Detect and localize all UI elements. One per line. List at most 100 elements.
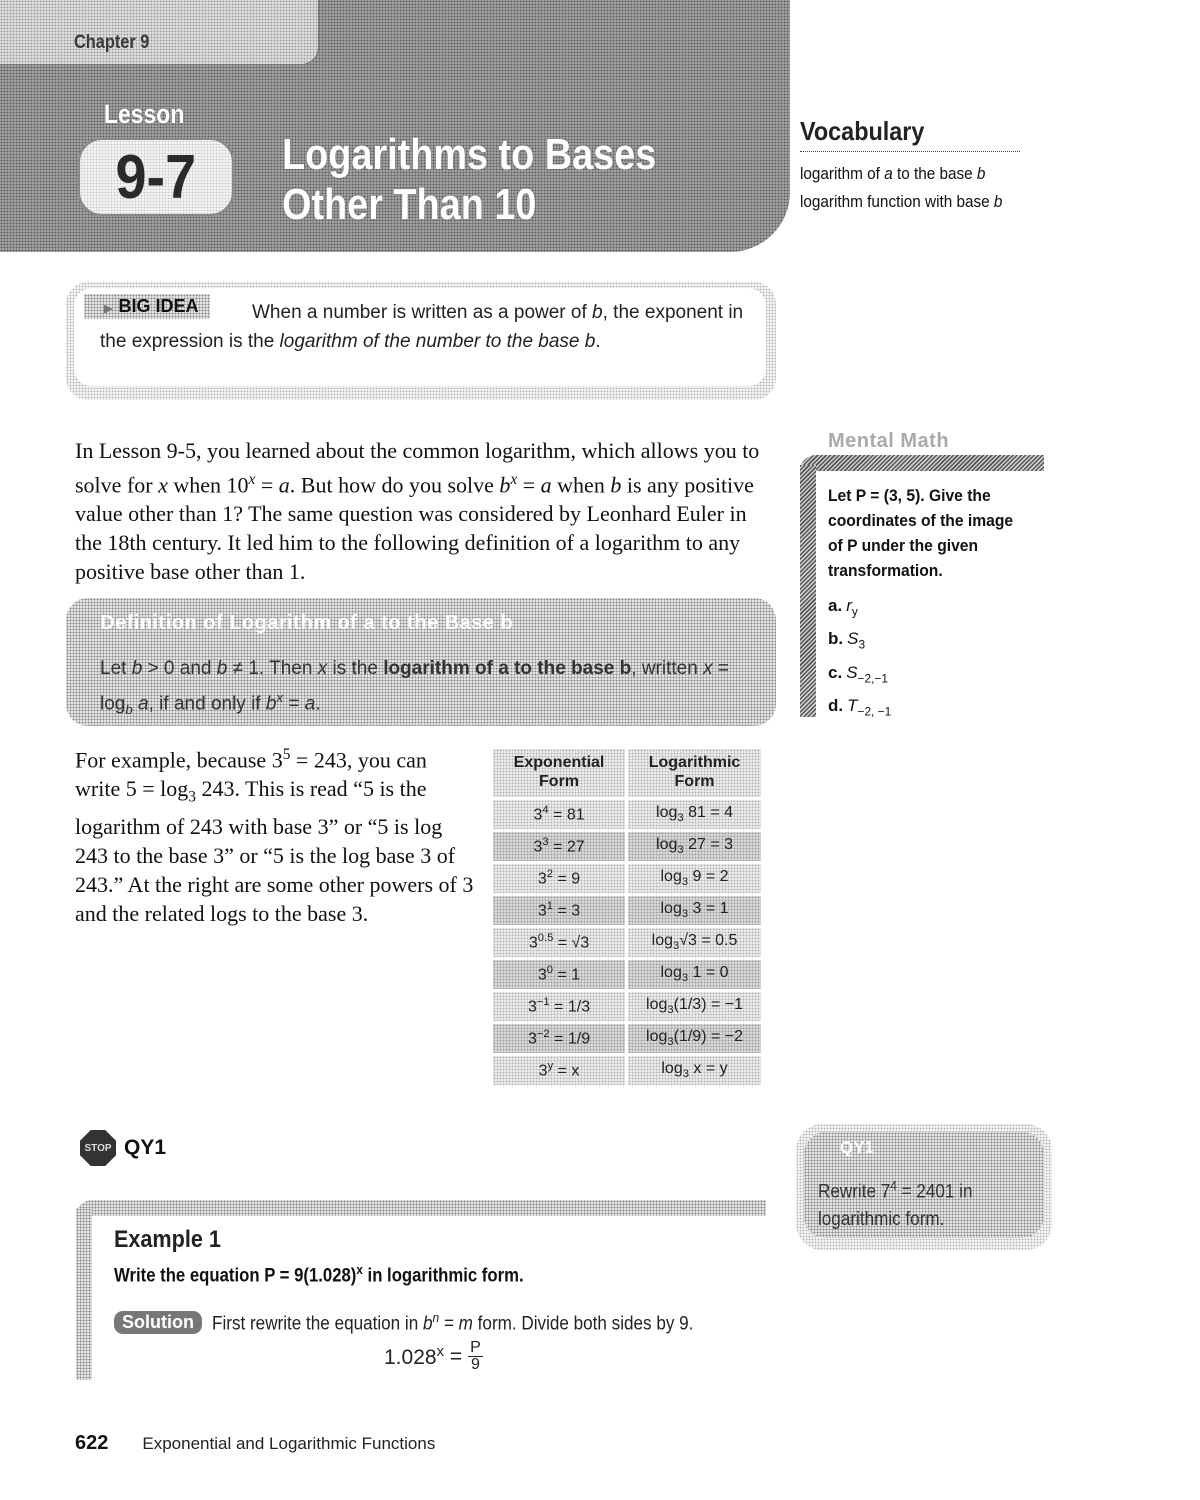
value: = 1 — [553, 966, 581, 984]
log: log — [660, 900, 682, 918]
exponential-form-cell: 3y = x — [493, 1056, 626, 1085]
term-var: b — [993, 192, 1003, 211]
qy1-reference: STOP QY1 — [80, 1130, 166, 1166]
vocabulary-term: logarithm function with base b — [800, 188, 1007, 216]
lesson-title-line1: Logarithms to Bases — [282, 130, 657, 179]
text: , if and only if — [148, 693, 266, 715]
value: = √3 — [553, 934, 590, 952]
item-symbol: S — [846, 662, 858, 682]
text: . — [315, 693, 321, 715]
text: is the — [327, 658, 384, 679]
var: b — [131, 658, 143, 679]
example-1: Example 1 Write the equation P = 9(1.028… — [76, 1200, 766, 1380]
base: 3 — [533, 838, 543, 856]
text: . But how do you solve — [289, 472, 500, 498]
logarithmic-form-cell: log3 1 = 0 — [628, 960, 761, 989]
value: = 1/9 — [549, 1030, 591, 1048]
value: = 9 — [553, 870, 581, 888]
mental-math-box: Mental Math Let P = (3, 5). Give the coo… — [800, 430, 1044, 719]
bold-term: logarithm of a to the base b — [383, 658, 632, 679]
example-title: Example 1 — [114, 1226, 221, 1253]
text: ≠ 1. Then — [227, 658, 318, 679]
table-row: 3−1 = 1/3 log3(1/3) = −1 — [493, 992, 761, 1021]
item-label: c. — [828, 662, 843, 682]
exponential-form-cell: 31 = 3 — [493, 896, 626, 925]
italic-text: logarithm of the number to the base b — [279, 331, 596, 352]
text: form. Divide both sides by 9. — [472, 1313, 694, 1335]
lesson-number: 9-7 — [115, 142, 197, 212]
lesson-title-line2: Other Than 10 — [282, 180, 537, 229]
item-label: a. — [828, 596, 843, 615]
superscript: 4 — [890, 1178, 897, 1193]
big-idea-panel: ▶ BIG IDEA When a number is written as a … — [74, 288, 766, 386]
table-body: 34 = 81 log3 81 = 4 33 = 27 log3 27 = 3 32 =… — [493, 800, 761, 1085]
log-value: = −2 — [706, 1028, 744, 1046]
text: Rewrite 7 — [818, 1181, 891, 1203]
page-footer: 622 Exponential and Logarithmic Function… — [75, 1432, 435, 1455]
example-equation: 1.028x = P9 — [384, 1340, 483, 1373]
example-solution: Solution First rewrite the equation in b… — [114, 1310, 747, 1335]
base: 3 — [527, 1030, 537, 1048]
solution-badge: Solution — [114, 1311, 202, 1335]
item-subscript: −2,−1 — [857, 671, 888, 686]
logarithmic-form-cell: log3 27 = 3 — [628, 832, 761, 861]
log-value: = 3 — [705, 836, 734, 854]
text: in logarithmic form. — [362, 1265, 524, 1287]
var: x — [317, 658, 328, 679]
base: 3 — [537, 966, 547, 984]
var: x — [158, 472, 168, 498]
exponential-form-cell: 3−1 = 1/3 — [493, 992, 626, 1021]
var: b — [610, 472, 622, 498]
table-row: 3y = x log3 x = y — [493, 1056, 761, 1085]
var: a — [278, 472, 290, 498]
log-value: = 1 — [701, 900, 729, 918]
big-idea-box: ▶ BIG IDEA When a number is written as a … — [66, 282, 776, 400]
log-value: = 0.5 — [696, 932, 738, 950]
base: 3 — [528, 934, 538, 952]
text: When a number is written as a power of — [252, 302, 593, 323]
term-text: logarithm function with base — [800, 192, 994, 211]
log-argument: x — [688, 1060, 702, 1078]
vocabulary-title: Vocabulary — [800, 116, 925, 146]
mental-math-item: d. T−2, −1 — [828, 693, 1044, 724]
item-label: d. — [828, 696, 844, 716]
term-text: to the base — [892, 164, 977, 183]
text: Write the equation — [114, 1265, 265, 1287]
lesson-word: Lesson — [104, 99, 185, 129]
term-text: logarithm of — [800, 164, 885, 183]
mental-math-item: c. S−2,−1 — [828, 660, 1044, 691]
base: 3 — [527, 998, 537, 1016]
log-value: = −1 — [706, 996, 744, 1014]
subscript: 3 — [188, 788, 196, 806]
base: 3 — [537, 902, 547, 920]
chapter-label: Chapter 9 — [74, 32, 150, 53]
lesson-number-badge: 9-7 — [78, 138, 234, 216]
mental-math-prompt: Let P = (3, 5). Give the coordinates of … — [828, 486, 1014, 580]
item-subscript: −2, −1 — [857, 704, 892, 719]
qy1-question-panel: QY1 Rewrite 74 = 2401 in logarithmic for… — [804, 1132, 1044, 1238]
decorative-bar — [800, 465, 816, 717]
log: log — [661, 1060, 683, 1078]
log-argument: 1 — [688, 964, 702, 982]
fraction: P9 — [468, 1340, 483, 1373]
logarithmic-form-cell: log3 x = y — [628, 1056, 761, 1085]
exponential-logarithmic-table: Exponential Form Logarithmic Form 34 = 8… — [490, 746, 764, 1088]
log: log — [660, 964, 682, 982]
text: . — [595, 331, 601, 352]
var: b — [422, 1313, 433, 1335]
log-argument: 9 — [688, 868, 702, 886]
mental-math-title: Mental Math — [828, 430, 950, 452]
page-number: 622 — [75, 1432, 109, 1454]
log-argument: 27 — [683, 836, 706, 854]
definition-text: Let b > 0 and b ≠ 1. Then x is the logar… — [100, 654, 756, 724]
table-row: 31 = 3 log 3 3 = 1 — [493, 896, 761, 925]
base: 3 — [533, 806, 543, 824]
decorative-bar — [76, 1200, 766, 1216]
var: m — [458, 1313, 473, 1335]
example-problem: Write the equation P = 9(1.028)x in loga… — [114, 1262, 524, 1287]
text: when — [551, 472, 611, 498]
item-symbol: T — [847, 696, 858, 716]
var: a — [138, 693, 149, 715]
log-argument: 81 — [683, 804, 706, 822]
log-argument: (1/3) — [673, 996, 707, 1014]
